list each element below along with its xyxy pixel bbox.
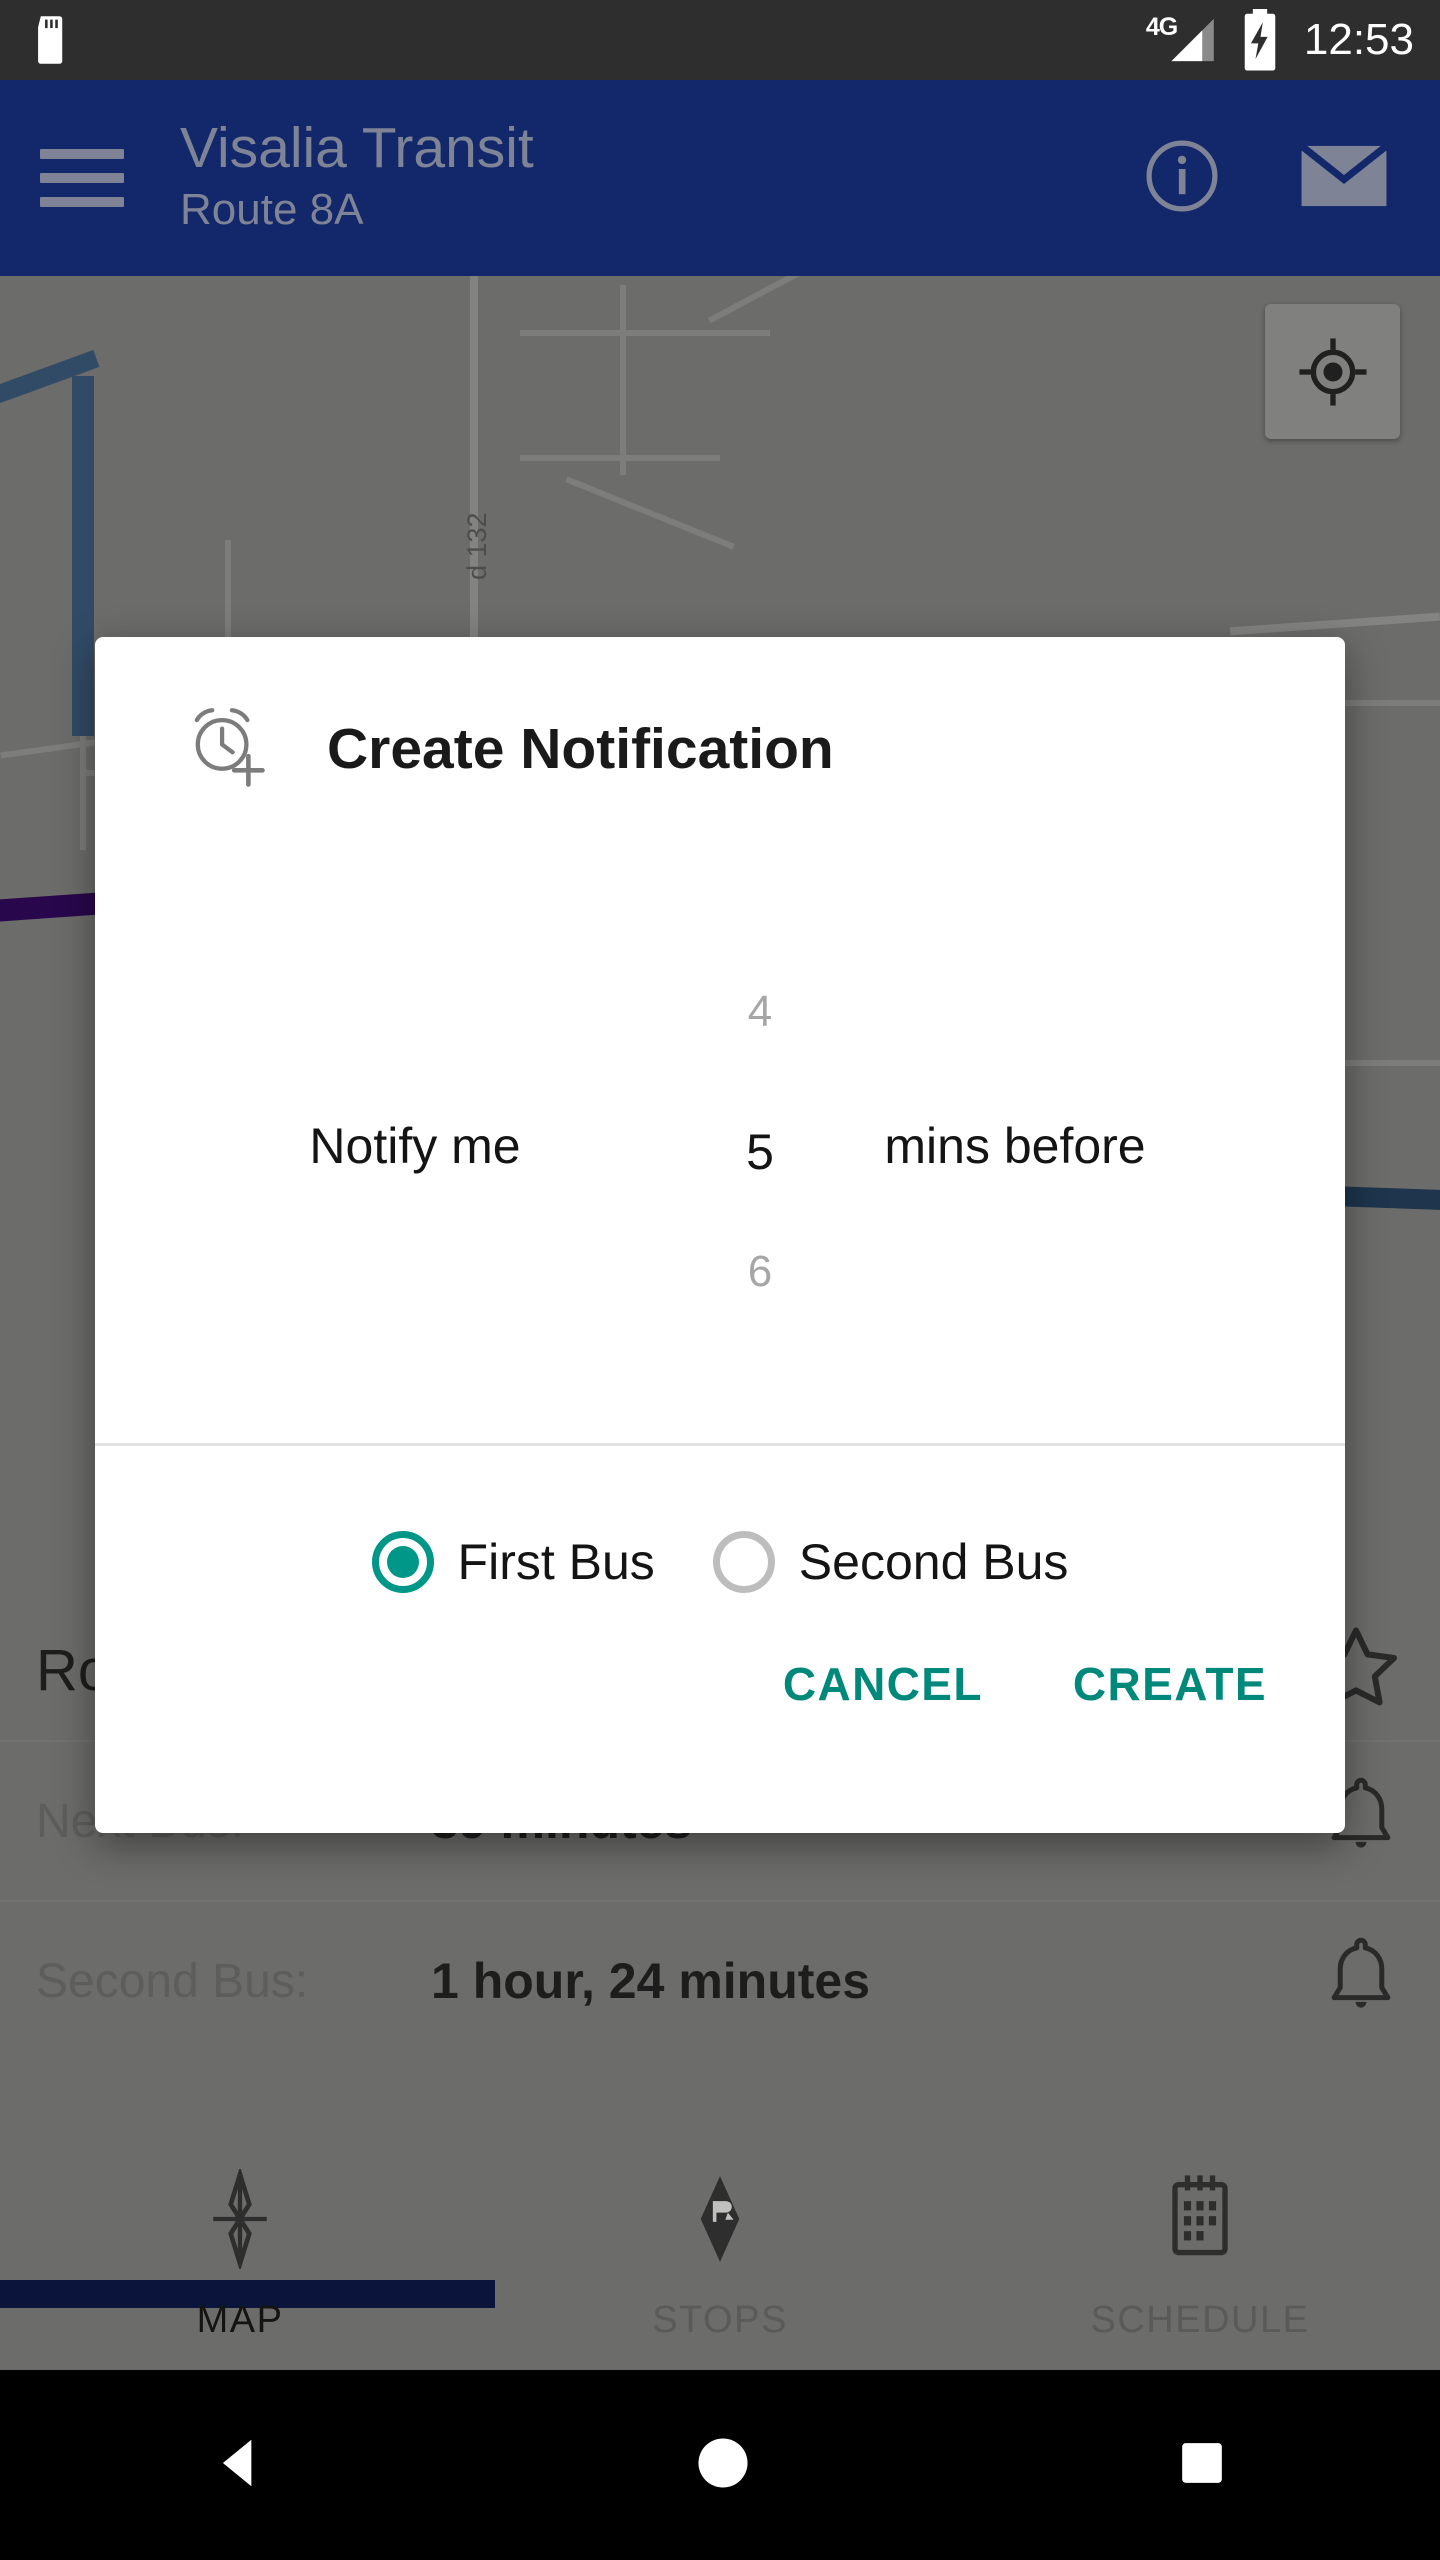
dialog-header: Create Notification	[95, 637, 1345, 795]
picker-next-value[interactable]: 6	[720, 1247, 800, 1297]
app-bar-actions	[1140, 134, 1390, 223]
app-bar: Visalia Transit Route 8A	[0, 80, 1440, 276]
hamburger-menu-button[interactable]	[40, 149, 124, 207]
mail-envelope-icon	[1299, 142, 1389, 206]
table-row[interactable]: Second Bus: 1 hour, 24 minutes	[0, 1900, 1440, 2060]
page-title: Visalia Transit	[180, 116, 534, 181]
notify-prefix-label: Notify me	[309, 1118, 521, 1174]
picker-current-value[interactable]: 5	[720, 1123, 800, 1181]
hamburger-menu-icon	[40, 149, 124, 159]
status-bar-clock: 12:53	[1303, 15, 1414, 64]
tab-stops[interactable]: STOPS	[480, 2140, 960, 2370]
radio-second-bus-label: Second Bus	[798, 1534, 1069, 1590]
home-circle-icon	[698, 2437, 748, 2488]
signal-bars-icon	[1171, 18, 1214, 62]
status-bar: 4G 12:53	[0, 0, 1440, 80]
back-triangle-icon	[222, 2439, 252, 2486]
radio-option-first-bus[interactable]: First Bus	[371, 1531, 655, 1593]
compass-icon	[213, 2168, 267, 2269]
bus-stop-sign-icon	[700, 2175, 740, 2262]
radio-option-second-bus[interactable]: Second Bus	[712, 1531, 1069, 1593]
second-bus-notify-button[interactable]	[1318, 1931, 1404, 2032]
mail-button[interactable]	[1298, 140, 1390, 217]
info-button[interactable]	[1140, 134, 1224, 223]
minutes-picker[interactable]: Notify me 4 5 6 mins before	[95, 837, 1345, 1443]
recents-button[interactable]	[1174, 2435, 1230, 2496]
tab-schedule[interactable]: SCHEDULE	[960, 2140, 1440, 2370]
second-bus-value: 1 hour, 24 minutes	[431, 1953, 871, 2009]
signal-indicator: 4G	[1144, 13, 1222, 65]
second-bus-label: Second Bus:	[36, 1954, 309, 2008]
calendar-icon	[1172, 2174, 1228, 2255]
home-button[interactable]	[692, 2432, 754, 2499]
phone-screen: d 132 Ro Next Bus: 39 minut	[0, 0, 1440, 2560]
bus-selection-radio-group: First Bus Second Bus	[95, 1482, 1345, 1642]
notify-suffix-label: mins before	[884, 1118, 1146, 1174]
radio-dot	[386, 1546, 419, 1578]
bottom-tab-bar: MAP STOPS SCHEDULE	[0, 2140, 1440, 2398]
radio-first-bus-icon[interactable]	[371, 1531, 434, 1593]
hamburger-menu-icon	[40, 173, 124, 183]
dialog-title: Create Notification	[327, 717, 834, 781]
tab-map-label: MAP	[196, 2298, 284, 2341]
sd-card-icon	[38, 16, 63, 64]
android-navigation-bar	[0, 2370, 1440, 2560]
hamburger-menu-icon	[40, 197, 124, 207]
back-button[interactable]	[210, 2432, 272, 2499]
dialog-actions: CANCEL CREATE	[783, 1657, 1267, 1711]
battery-charging-icon	[1244, 9, 1276, 71]
cancel-button[interactable]: CANCEL	[783, 1657, 983, 1711]
picker-previous-value[interactable]: 4	[720, 987, 800, 1037]
alarm-add-icon	[194, 708, 265, 787]
status-bar-right: 4G 12:53	[1144, 9, 1414, 71]
radio-first-bus-label: First Bus	[457, 1534, 655, 1590]
page-subtitle: Route 8A	[180, 184, 364, 234]
tab-stops-label: STOPS	[652, 2298, 788, 2341]
bell-outline-icon	[1331, 1937, 1391, 2008]
tab-map[interactable]: MAP	[0, 2140, 480, 2398]
app-bar-titles: Visalia Transit Route 8A	[180, 119, 534, 236]
dialog-divider	[95, 1443, 1345, 1446]
create-button[interactable]: CREATE	[1073, 1657, 1267, 1711]
radio-second-bus-icon[interactable]	[712, 1531, 775, 1593]
tab-schedule-label: SCHEDULE	[1090, 2298, 1310, 2341]
info-circle-icon	[1146, 139, 1218, 212]
create-notification-dialog: Create Notification Notify me 4 5 6 mins…	[95, 637, 1345, 1833]
recents-square-icon	[1182, 2442, 1222, 2483]
